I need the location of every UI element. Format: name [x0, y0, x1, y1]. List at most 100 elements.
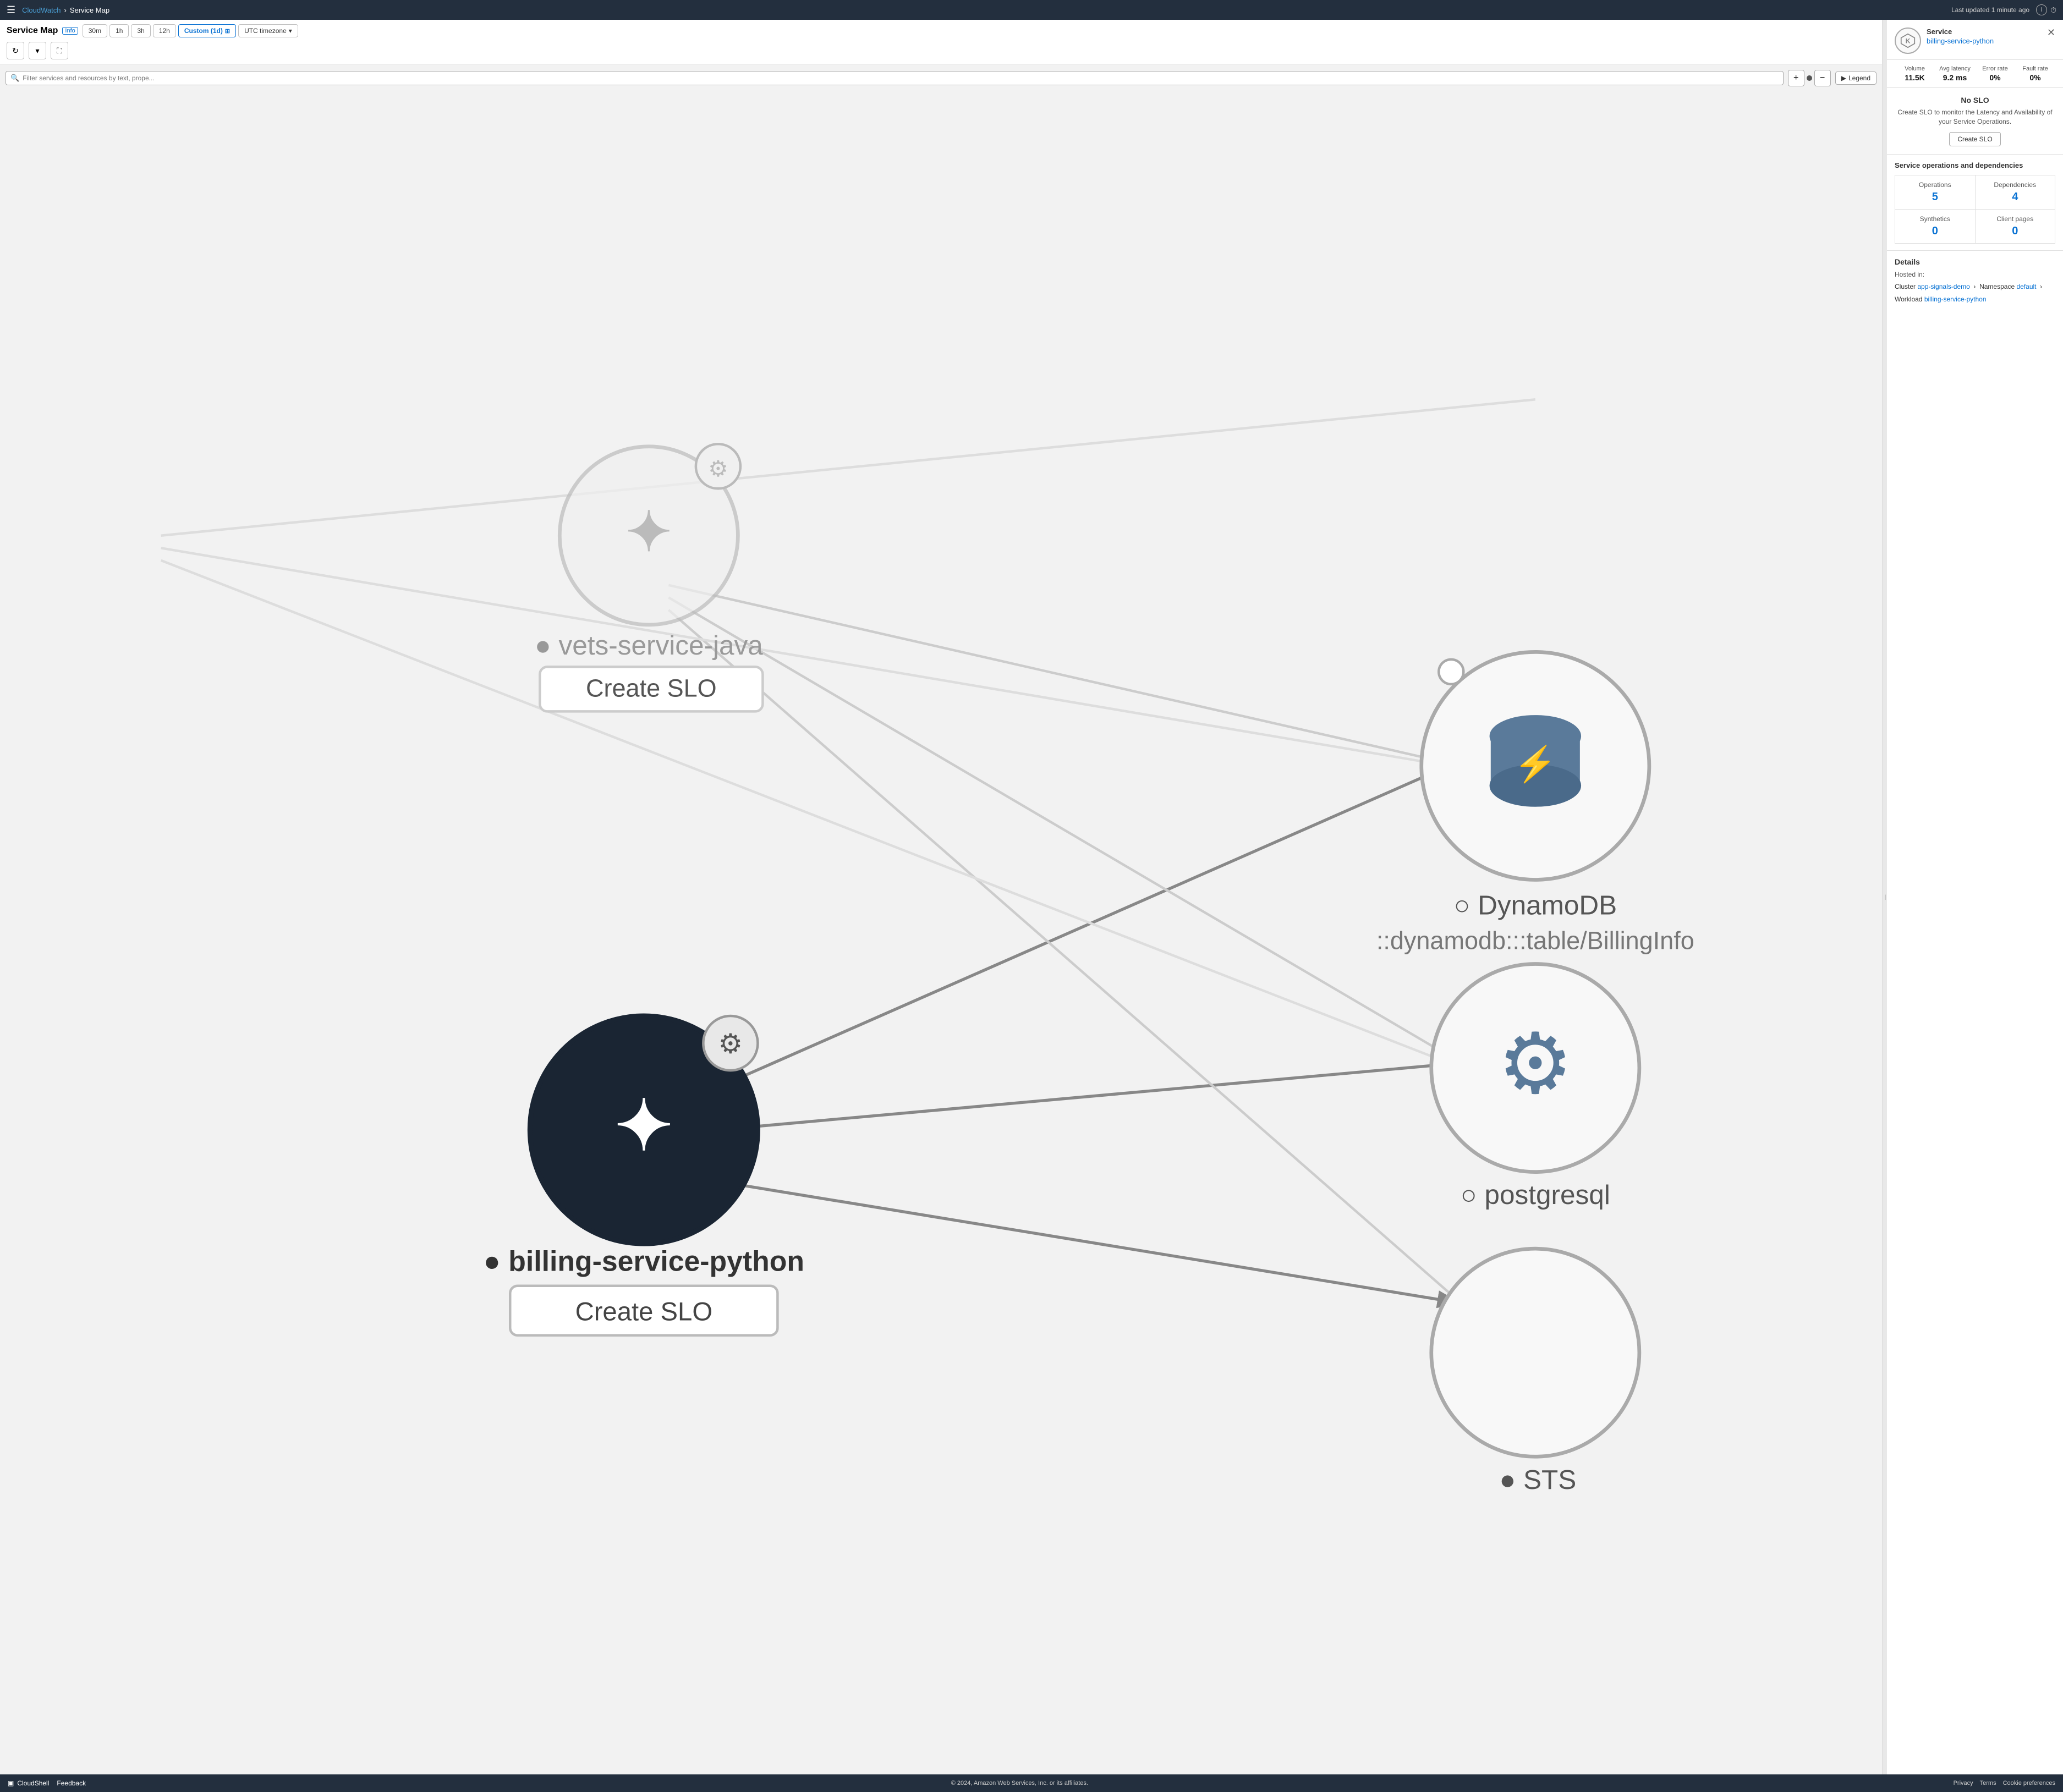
- zoom-dot: [1807, 75, 1812, 81]
- ops-grid: Operations 5 Dependencies 4 Synthetics 0…: [1895, 175, 2055, 244]
- panel-splitter[interactable]: [1883, 20, 1887, 1774]
- svg-text:⚙: ⚙: [708, 456, 728, 481]
- last-updated-text: Last updated 1 minute ago: [1951, 6, 2029, 14]
- service-icon: K: [1895, 28, 1921, 54]
- operations-label: Operations: [1901, 181, 1969, 189]
- k-logo-svg: K: [1900, 33, 1916, 48]
- sts-node-label: ● STS: [1499, 1465, 1576, 1495]
- stat-fault-label: Fault rate: [2015, 65, 2055, 72]
- billing-node-label: ● billing-service-python: [484, 1245, 804, 1277]
- map-toolbar: 🔍 + − ▶ Legend: [6, 70, 1877, 86]
- footer-links: Privacy Terms Cookie preferences: [1954, 1780, 2055, 1786]
- node-sts[interactable]: [1431, 1249, 1639, 1456]
- cluster-row: Cluster app-signals-demo › Namespace def…: [1895, 282, 2055, 292]
- service-map-title: Service Map: [7, 26, 58, 36]
- toolbar-row-2: ↻ ▾ ⛶: [7, 42, 1875, 59]
- create-slo-button[interactable]: Create SLO: [1949, 132, 2000, 146]
- terms-link[interactable]: Terms: [1980, 1780, 1996, 1786]
- ops-section: Service operations and dependencies Oper…: [1887, 155, 2063, 251]
- custom-label: Custom (1d): [184, 27, 223, 35]
- stat-error-value: 0%: [1975, 73, 2015, 82]
- panel-service-name-link[interactable]: billing-service-python: [1927, 37, 1994, 45]
- cluster-label: Cluster: [1895, 283, 1916, 290]
- dropdown-arrow-icon: ▾: [35, 46, 39, 56]
- stat-volume-value: 11.5K: [1895, 73, 1935, 82]
- stat-error-label: Error rate: [1975, 65, 2015, 72]
- dropdown-button[interactable]: ▾: [29, 42, 46, 59]
- zoom-controls: + −: [1788, 70, 1831, 86]
- details-title: Details: [1895, 257, 2055, 266]
- zoom-in-button[interactable]: +: [1788, 70, 1804, 86]
- time-12h[interactable]: 12h: [153, 24, 176, 37]
- edge-billing-sts: [706, 1179, 1461, 1303]
- grid-icon: ⊞: [225, 28, 230, 35]
- bottom-bar: ▣ CloudShell Feedback © 2024, Amazon Web…: [0, 1774, 2063, 1792]
- edge-vets-dynamodb: [668, 585, 1461, 766]
- svg-text:K: K: [1906, 37, 1911, 45]
- synthetics-value[interactable]: 0: [1901, 225, 1969, 238]
- refresh-button[interactable]: ↻: [7, 42, 24, 59]
- panel-service-label: Service: [1927, 28, 2042, 36]
- dynamodb-sublabel: ::dynamodb:::table/BillingInfo: [1376, 927, 1694, 955]
- client-pages-label: Client pages: [1981, 215, 2050, 223]
- top-navigation: ☰ CloudWatch › Service Map Last updated …: [0, 0, 2063, 20]
- search-box[interactable]: 🔍: [6, 71, 1784, 85]
- edge-far-left-postgresql: [161, 560, 1449, 1063]
- info-badge[interactable]: Info: [62, 27, 78, 35]
- timezone-btn[interactable]: UTC timezone ▾: [238, 24, 298, 37]
- node-dynamodb[interactable]: ⚡: [1422, 652, 1649, 879]
- legend-label: Legend: [1848, 74, 1870, 82]
- search-icon: 🔍: [10, 74, 19, 83]
- node-vets-service-java[interactable]: ✦ ⚙: [559, 444, 740, 625]
- panel-header: K Service billing-service-python ✕: [1887, 20, 2063, 60]
- time-1h[interactable]: 1h: [109, 24, 129, 37]
- timezone-label: UTC timezone: [244, 27, 287, 35]
- cloudwatch-link[interactable]: CloudWatch: [22, 6, 61, 14]
- legend-button[interactable]: ▶ Legend: [1835, 72, 1877, 85]
- namespace-link[interactable]: default: [2016, 283, 2036, 290]
- workload-link[interactable]: billing-service-python: [1924, 295, 1987, 303]
- edge-billing-dynamodb: [706, 766, 1449, 1092]
- stat-fault-rate: Fault rate 0%: [2015, 65, 2055, 82]
- node-postgresql[interactable]: ⚙: [1431, 964, 1639, 1172]
- close-button[interactable]: ✕: [2047, 28, 2055, 37]
- left-panel: Service Map Info 30m 1h 3h 12h Custom (1…: [0, 20, 1883, 1774]
- zoom-out-icon: −: [1820, 73, 1825, 83]
- expand-button[interactable]: ⛶: [51, 42, 68, 59]
- dropdown-icon: ▾: [289, 27, 292, 35]
- slo-title: No SLO: [1895, 96, 2055, 105]
- time-30m[interactable]: 30m: [83, 24, 107, 37]
- search-input[interactable]: [23, 74, 1779, 82]
- dependencies-value[interactable]: 4: [1981, 191, 2050, 204]
- cloudshell-label: CloudShell: [17, 1779, 49, 1787]
- privacy-link[interactable]: Privacy: [1954, 1780, 1973, 1786]
- edge-billing-postgresql: [718, 1063, 1461, 1130]
- vets-create-slo-label: Create SLO: [586, 674, 717, 702]
- panel-title-area: Service billing-service-python: [1927, 28, 2042, 45]
- info-icon[interactable]: i: [2036, 4, 2047, 15]
- service-map-svg: ✦ ⚙ ● vets-service-java Create SLO ✦ ⚙: [0, 64, 1882, 1774]
- clock-icon[interactable]: ⏱: [2050, 6, 2056, 15]
- feedback-button[interactable]: Feedback: [57, 1779, 86, 1787]
- slo-section: No SLO Create SLO to monitor the Latency…: [1887, 88, 2063, 155]
- toolbar: Service Map Info 30m 1h 3h 12h Custom (1…: [0, 20, 1882, 64]
- svg-text:⚡: ⚡: [1514, 744, 1557, 784]
- zoom-out-button[interactable]: −: [1814, 70, 1831, 86]
- node-billing-service-python[interactable]: ✦ ⚙: [530, 1016, 758, 1244]
- breadcrumb-separator: ›: [64, 6, 66, 14]
- cluster-link[interactable]: app-signals-demo: [1917, 283, 1969, 290]
- menu-icon[interactable]: ☰: [7, 4, 15, 16]
- cloudshell-button[interactable]: ▣ CloudShell: [8, 1779, 49, 1787]
- play-icon: ▶: [1841, 74, 1846, 82]
- right-panel: K Service billing-service-python ✕ Volum…: [1887, 20, 2063, 1774]
- workload-row: Workload billing-service-python: [1895, 294, 2055, 305]
- edge-vets-postgresql: [668, 597, 1461, 1063]
- client-pages-value[interactable]: 0: [1981, 225, 2050, 238]
- edge-top-cross: [161, 399, 1535, 536]
- node-vets-label: ● vets-service-java: [535, 630, 763, 661]
- cookie-preferences-link[interactable]: Cookie preferences: [2003, 1780, 2055, 1786]
- time-3h[interactable]: 3h: [131, 24, 150, 37]
- time-custom[interactable]: Custom (1d) ⊞: [178, 24, 236, 37]
- postgresql-node-label: ○ postgresql: [1461, 1180, 1610, 1210]
- operations-value[interactable]: 5: [1901, 191, 1969, 204]
